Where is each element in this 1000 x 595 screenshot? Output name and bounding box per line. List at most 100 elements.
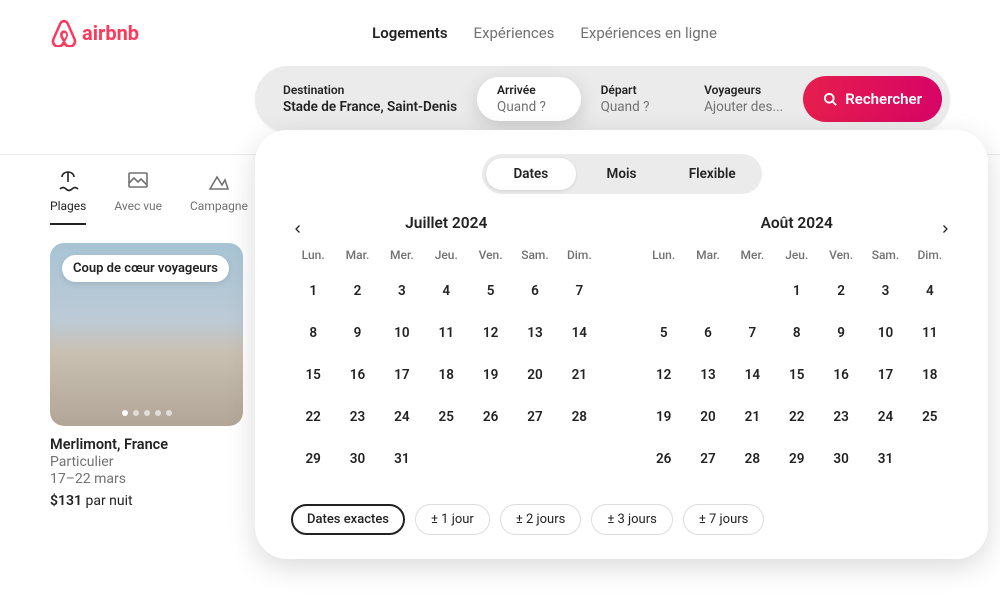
prev-month-button[interactable] (285, 216, 311, 242)
calendar-day[interactable]: 11 (424, 312, 468, 354)
calendar-day[interactable]: 4 (908, 270, 952, 312)
flex-plus-3[interactable]: ± 3 jours (591, 504, 673, 535)
calendar-day[interactable]: 18 (424, 354, 468, 396)
calendar-day[interactable]: 5 (642, 312, 686, 354)
dow-cell: Sam. (513, 248, 557, 262)
calendar-day[interactable]: 1 (291, 270, 335, 312)
calendar-day[interactable]: 6 (513, 270, 557, 312)
calendar-day[interactable]: 14 (557, 312, 601, 354)
calendar-day[interactable]: 31 (380, 438, 424, 480)
calendar-day[interactable]: 21 (730, 396, 774, 438)
calendar-day[interactable]: 19 (642, 396, 686, 438)
calendar-day[interactable]: 5 (468, 270, 512, 312)
calendar-day[interactable]: 15 (775, 354, 819, 396)
toggle-flexible[interactable]: Flexible (667, 158, 758, 190)
header: airbnb Logements Expériences Expériences… (0, 0, 1000, 66)
search-depart[interactable]: Départ Quand ? (581, 77, 685, 121)
calendar-day[interactable]: 11 (908, 312, 952, 354)
dow-cell: Ven. (468, 248, 512, 262)
flex-plus-1[interactable]: ± 1 jour (415, 504, 490, 535)
listing-card[interactable]: Coup de cœur voyageurs Merlimont, France… (50, 243, 243, 509)
calendar-day[interactable]: 25 (908, 396, 952, 438)
dow-cell: Mer. (730, 248, 774, 262)
month-title: Juillet 2024 (291, 214, 602, 232)
calendar-day[interactable]: 10 (380, 312, 424, 354)
listing-subtitle: Particulier (50, 454, 243, 470)
calendar-day[interactable]: 25 (424, 396, 468, 438)
search-arrival[interactable]: Arrivée Quand ? (477, 77, 581, 121)
calendar-day[interactable]: 24 (380, 396, 424, 438)
calendar-day[interactable]: 20 (686, 396, 730, 438)
calendar-day[interactable]: 13 (513, 312, 557, 354)
calendar-day[interactable]: 20 (513, 354, 557, 396)
calendar-day[interactable]: 2 (819, 270, 863, 312)
calendar-day[interactable]: 30 (819, 438, 863, 480)
calendar-day[interactable]: 28 (557, 396, 601, 438)
next-month-button[interactable] (932, 216, 958, 242)
dow-cell: Lun. (291, 248, 335, 262)
calendar-day[interactable]: 14 (730, 354, 774, 396)
calendar-day[interactable]: 1 (775, 270, 819, 312)
toggle-mois[interactable]: Mois (576, 158, 667, 190)
calendar-day[interactable]: 3 (380, 270, 424, 312)
dow-cell: Jeu. (424, 248, 468, 262)
nav-logements[interactable]: Logements (372, 18, 447, 48)
day-blank (730, 270, 774, 312)
calendar-day[interactable]: 29 (775, 438, 819, 480)
search-bar: Destination Stade de France, Saint-Denis… (255, 66, 950, 132)
calendar-day[interactable]: 16 (819, 354, 863, 396)
calendar-day[interactable]: 26 (468, 396, 512, 438)
calendar-day[interactable]: 10 (863, 312, 907, 354)
calendar-day[interactable]: 19 (468, 354, 512, 396)
category-campagne[interactable]: Campagne (190, 169, 248, 225)
day-grid: 1234567891011121314151617181920212223242… (291, 270, 602, 480)
calendar-day[interactable]: 17 (380, 354, 424, 396)
nav-online-experiences[interactable]: Expériences en ligne (580, 18, 717, 48)
calendar-day[interactable]: 27 (513, 396, 557, 438)
calendar-day[interactable]: 24 (863, 396, 907, 438)
calendar-day[interactable]: 9 (335, 312, 379, 354)
search-travelers[interactable]: Voyageurs Ajouter des... (684, 77, 803, 121)
calendar-day[interactable]: 17 (863, 354, 907, 396)
calendar-day[interactable]: 7 (557, 270, 601, 312)
search-button[interactable]: Rechercher (803, 76, 942, 122)
category-plages[interactable]: Plages (50, 169, 86, 225)
calendar-day[interactable]: 22 (291, 396, 335, 438)
travelers-label: Voyageurs (704, 83, 783, 97)
category-avec-vue[interactable]: Avec vue (114, 169, 162, 225)
calendar-day[interactable]: 27 (686, 438, 730, 480)
calendar-day[interactable]: 26 (642, 438, 686, 480)
calendar-day[interactable]: 12 (468, 312, 512, 354)
nav-experiences[interactable]: Expériences (474, 18, 555, 48)
calendar-day[interactable]: 2 (335, 270, 379, 312)
calendar-day[interactable]: 12 (642, 354, 686, 396)
calendar-day[interactable]: 4 (424, 270, 468, 312)
flex-plus-7[interactable]: ± 7 jours (683, 504, 765, 535)
calendar-day[interactable]: 31 (863, 438, 907, 480)
calendar-day[interactable]: 7 (730, 312, 774, 354)
calendar-day[interactable]: 9 (819, 312, 863, 354)
calendar-day[interactable]: 15 (291, 354, 335, 396)
flex-exact[interactable]: Dates exactes (291, 504, 405, 535)
dow-row: Lun.Mar.Mer.Jeu.Ven.Sam.Dim. (291, 248, 602, 262)
calendar-day[interactable]: 29 (291, 438, 335, 480)
search-destination[interactable]: Destination Stade de France, Saint-Denis (263, 77, 477, 121)
calendar-day[interactable]: 3 (863, 270, 907, 312)
calendar-day[interactable]: 13 (686, 354, 730, 396)
toggle-dates[interactable]: Dates (486, 158, 577, 190)
depart-value: Quand ? (601, 99, 665, 115)
calendar-day[interactable]: 8 (775, 312, 819, 354)
flex-plus-2[interactable]: ± 2 jours (500, 504, 582, 535)
calendar-day[interactable]: 30 (335, 438, 379, 480)
travelers-value: Ajouter des... (704, 99, 783, 115)
calendar-day[interactable]: 22 (775, 396, 819, 438)
calendar-day[interactable]: 21 (557, 354, 601, 396)
calendar-day[interactable]: 8 (291, 312, 335, 354)
logo[interactable]: airbnb (50, 19, 139, 47)
calendar-day[interactable]: 23 (819, 396, 863, 438)
calendar-day[interactable]: 16 (335, 354, 379, 396)
calendar-day[interactable]: 18 (908, 354, 952, 396)
calendar-day[interactable]: 28 (730, 438, 774, 480)
calendar-day[interactable]: 6 (686, 312, 730, 354)
calendar-day[interactable]: 23 (335, 396, 379, 438)
